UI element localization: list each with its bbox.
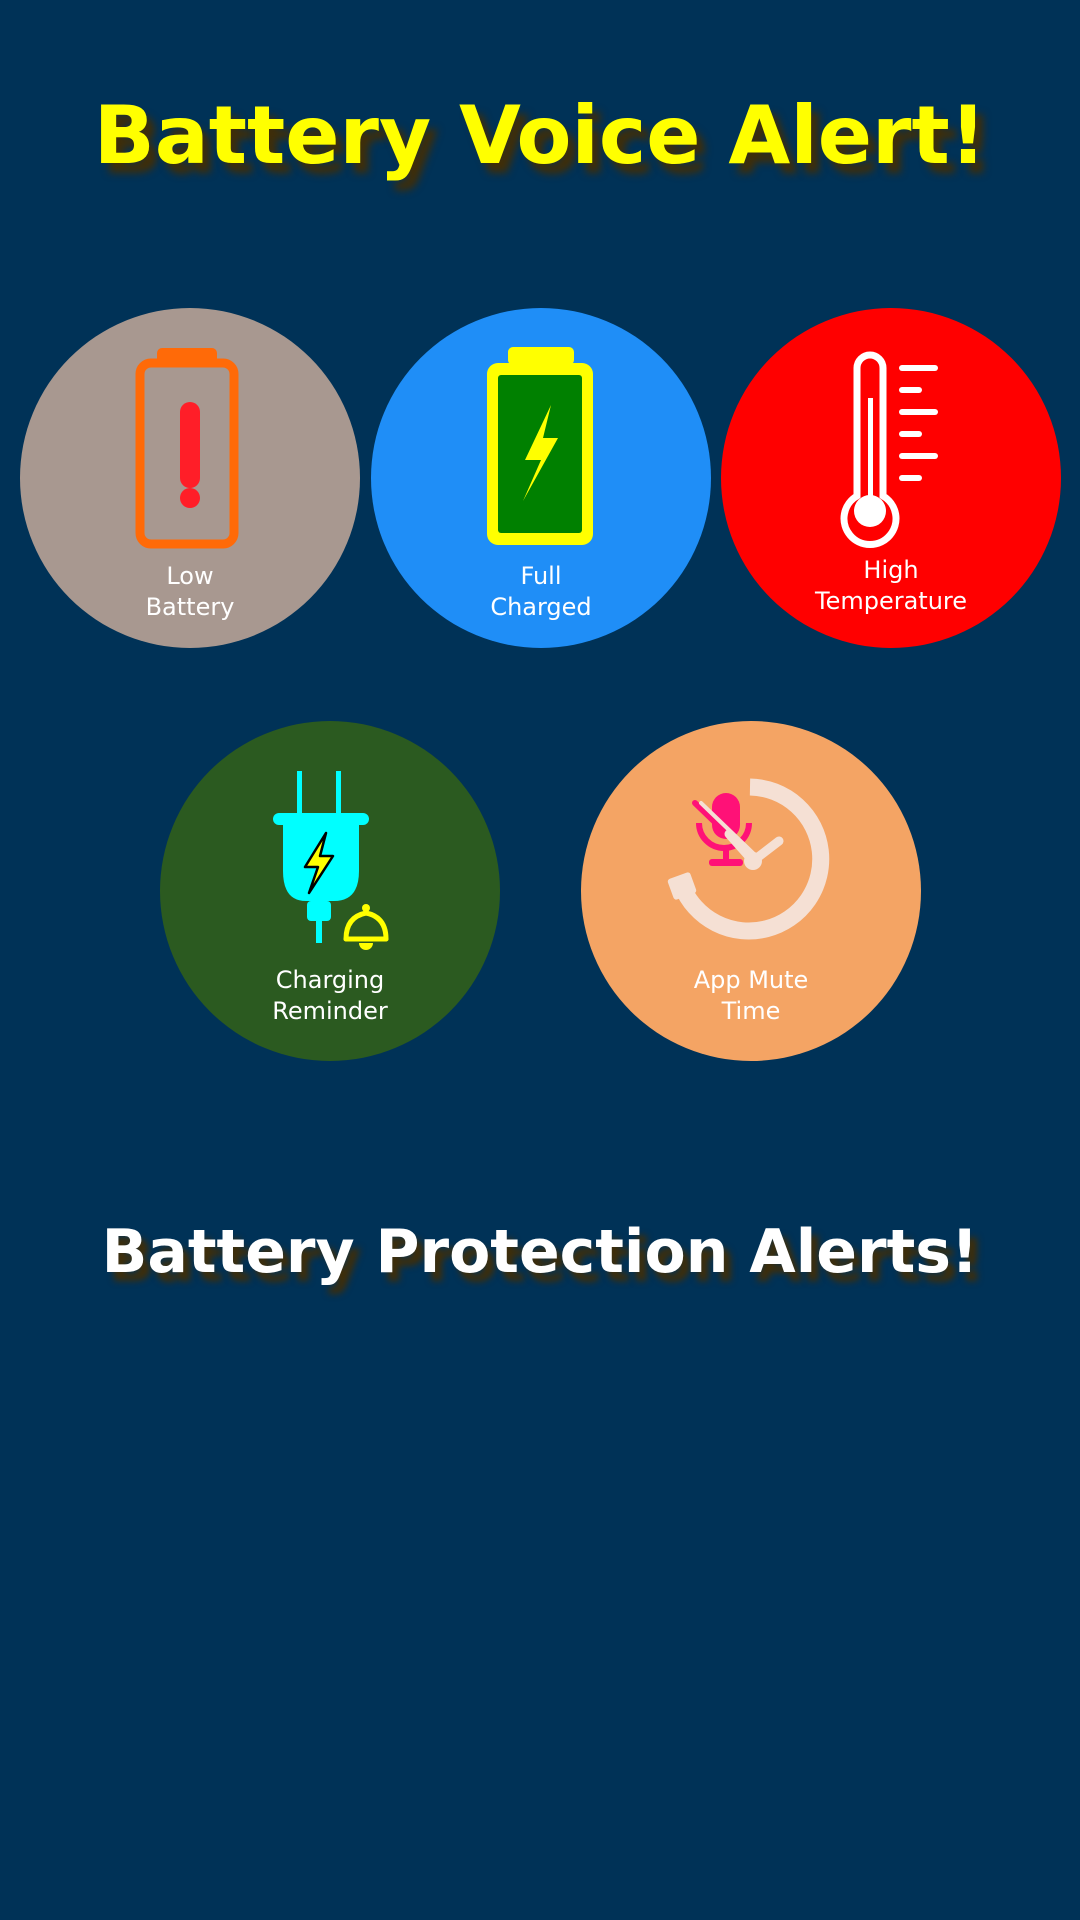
full-charged-button[interactable]: Full Charged [371, 308, 711, 648]
charging-reminder-button[interactable]: Charging Reminder [160, 721, 500, 1061]
low-battery-label: Low Battery [145, 562, 235, 621]
high-temperature-label: High Temperature [814, 556, 968, 615]
high-temperature-button[interactable]: High Temperature [721, 308, 1061, 648]
section-title: Battery Protection Alerts! [101, 1217, 979, 1287]
full-charged-label: Full Charged [490, 562, 592, 621]
low-battery-button[interactable]: Low Battery [20, 308, 360, 648]
app-title: Battery Voice Alert! [93, 89, 987, 182]
app-mute-time-button[interactable]: App Mute Time [581, 721, 921, 1061]
app-mute-time-label: App Mute Time [693, 966, 809, 1025]
charging-reminder-label: Charging Reminder [272, 966, 388, 1025]
